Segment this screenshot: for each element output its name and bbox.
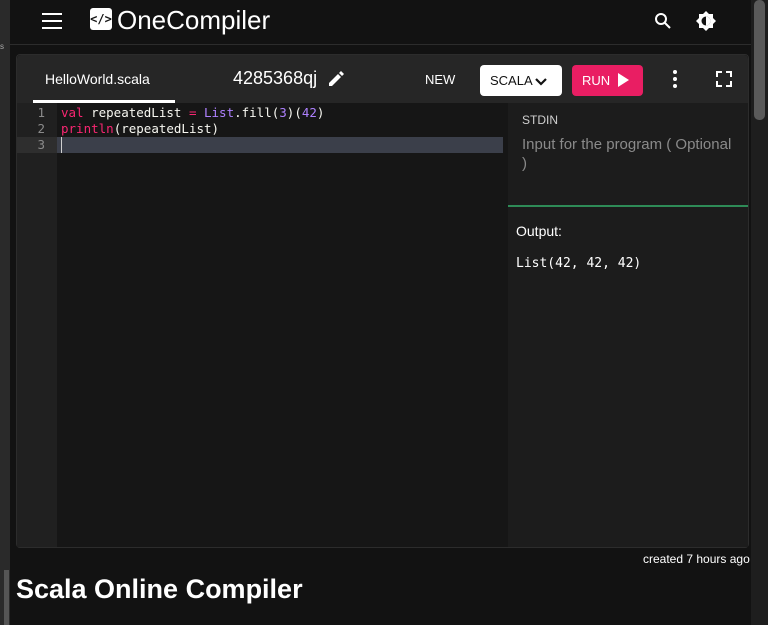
more-options-icon[interactable] bbox=[673, 70, 677, 91]
identifier-token: repeatedList bbox=[83, 105, 189, 120]
fullscreen-icon[interactable] bbox=[716, 71, 732, 92]
page-scrollbar[interactable] bbox=[751, 0, 768, 625]
play-icon bbox=[617, 73, 629, 90]
language-select[interactable]: SCALA bbox=[480, 65, 562, 96]
file-tab-label: HelloWorld.scala bbox=[45, 71, 150, 87]
search-icon[interactable] bbox=[654, 12, 672, 35]
number-token: 42 bbox=[301, 105, 317, 120]
scrollbar-thumb[interactable] bbox=[754, 0, 765, 120]
run-label: RUN bbox=[582, 73, 611, 88]
paren-token: ) bbox=[316, 105, 325, 120]
created-timestamp: created 7 hours ago bbox=[643, 552, 750, 566]
app-name[interactable]: OneCompiler bbox=[117, 5, 270, 36]
run-button[interactable]: RUN bbox=[572, 65, 643, 96]
line-number: 2 bbox=[37, 121, 45, 136]
edge-scroll[interactable] bbox=[4, 570, 9, 625]
line-number-gutter: 1 2 3 bbox=[17, 103, 57, 547]
code-id: 4285368qj bbox=[233, 68, 318, 88]
number-token: 3 bbox=[279, 105, 287, 120]
page-title: Scala Online Compiler bbox=[16, 574, 303, 604]
code-line-2[interactable]: println(repeatedList) bbox=[57, 121, 507, 137]
app-root: </> OneCompiler HelloWorld.scala 4285368… bbox=[10, 0, 751, 625]
language-label: SCALA bbox=[490, 73, 533, 88]
line-number: 3 bbox=[17, 137, 57, 153]
code-line-1[interactable]: val repeatedList = List.fill(3)(42) bbox=[57, 105, 507, 121]
edge-mark: s bbox=[0, 42, 4, 51]
code-line-3[interactable] bbox=[57, 137, 503, 153]
editor-toolbar: HelloWorld.scala 4285368qj NEW SCALA RUN bbox=[17, 55, 748, 103]
paren-token: )( bbox=[286, 105, 302, 120]
new-button[interactable]: NEW bbox=[425, 72, 455, 87]
type-token: List bbox=[204, 105, 235, 120]
editor-panel: HelloWorld.scala 4285368qj NEW SCALA RUN bbox=[16, 54, 749, 548]
tab-file[interactable]: HelloWorld.scala bbox=[17, 55, 175, 103]
method-token: .fill( bbox=[234, 105, 280, 120]
function-token: println bbox=[61, 121, 114, 136]
chevron-down-icon bbox=[535, 75, 547, 90]
io-divider bbox=[508, 205, 748, 207]
io-panel: STDIN Input for the program ( Optional )… bbox=[508, 103, 748, 547]
text-cursor bbox=[61, 137, 62, 153]
window-left-edge: s bbox=[0, 0, 10, 625]
stdin-input[interactable]: Input for the program ( Optional ) bbox=[522, 135, 732, 173]
output-label: Output: bbox=[516, 223, 562, 239]
code-editor[interactable]: val repeatedList = List.fill(3)(42) prin… bbox=[57, 103, 503, 547]
keyword-token: val bbox=[61, 105, 84, 120]
theme-toggle-icon[interactable] bbox=[696, 11, 716, 36]
pencil-icon[interactable] bbox=[327, 70, 345, 93]
logo-icon[interactable]: </> bbox=[90, 8, 112, 30]
line-number: 1 bbox=[37, 105, 45, 120]
args-token: (repeatedList) bbox=[113, 121, 220, 136]
output-text: List(42, 42, 42) bbox=[516, 256, 642, 271]
top-header: </> OneCompiler bbox=[10, 0, 751, 45]
hamburger-menu-icon[interactable] bbox=[42, 13, 62, 29]
stdin-label: STDIN bbox=[522, 113, 558, 127]
